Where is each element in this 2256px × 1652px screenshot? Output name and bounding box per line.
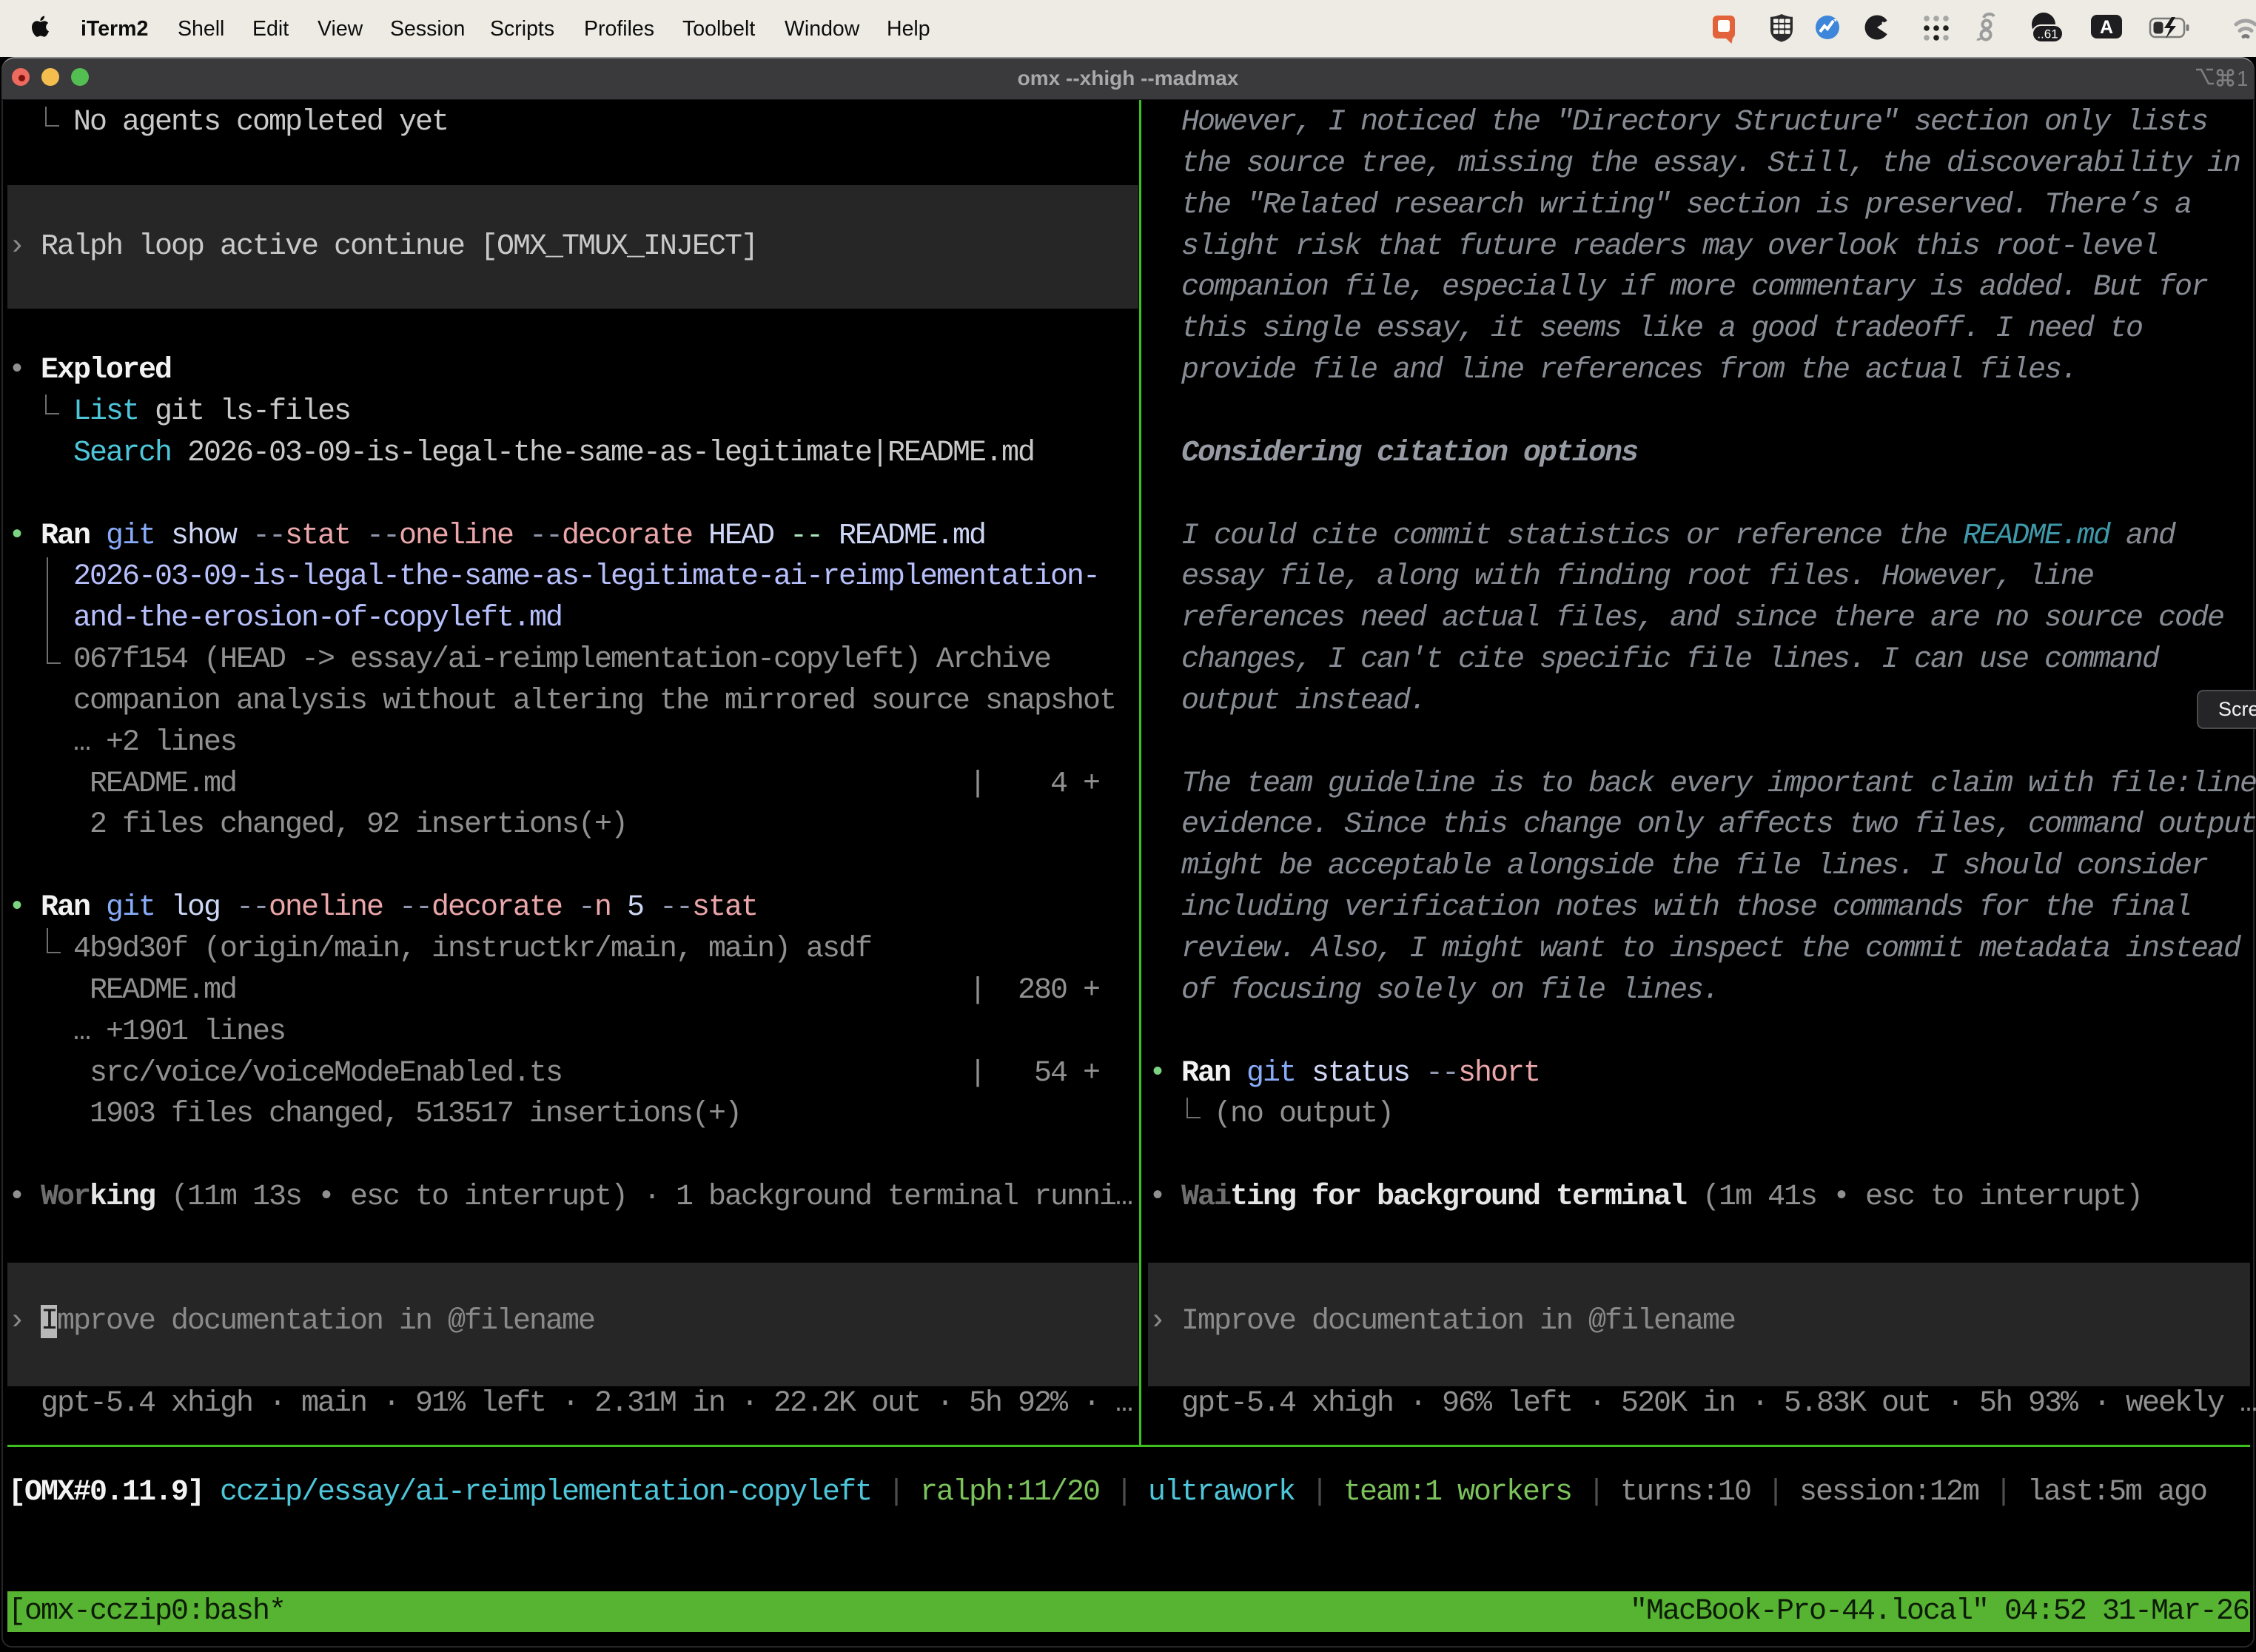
svg-text:..61: ..61 — [2037, 27, 2058, 41]
svg-text:A: A — [2100, 17, 2113, 38]
svg-text:1: 1 — [2237, 67, 2247, 89]
